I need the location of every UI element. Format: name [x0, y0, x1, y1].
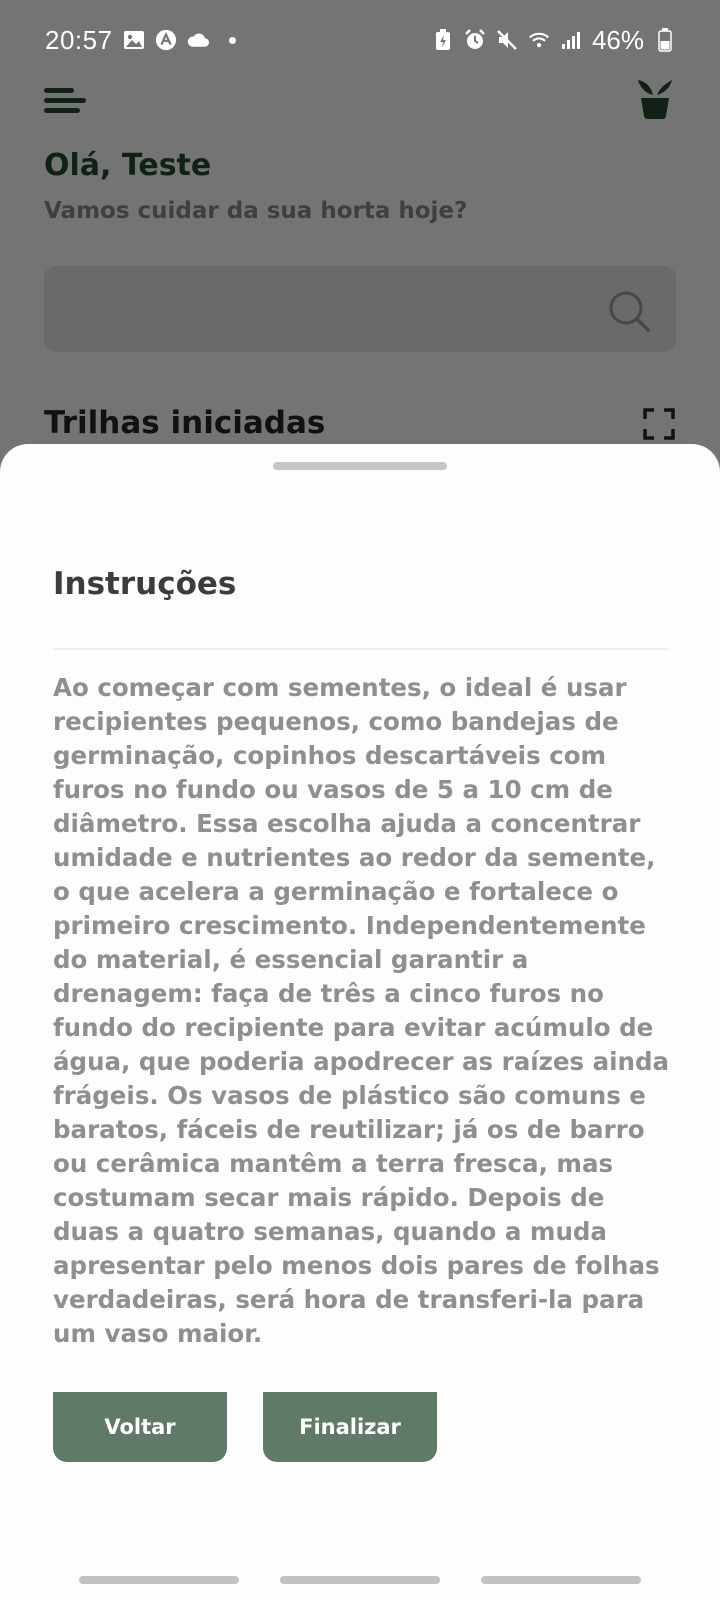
- app-icon: [155, 29, 177, 51]
- status-bar: 20:57 46%: [0, 0, 720, 80]
- battery-icon: [654, 28, 676, 52]
- sheet-drag-handle[interactable]: [273, 462, 447, 470]
- status-right: 46%: [432, 25, 676, 56]
- greeting: Olá, Teste: [44, 148, 212, 183]
- gallery-icon: [123, 29, 145, 51]
- section-title: Trilhas iniciadas: [44, 405, 326, 441]
- back-button[interactable]: Voltar: [53, 1392, 227, 1462]
- expand-icon[interactable]: [643, 408, 675, 440]
- status-time: 20:57: [45, 24, 113, 55]
- battery-saver-icon: [432, 29, 454, 51]
- nav-home-button[interactable]: [280, 1576, 440, 1584]
- sheet-title: Instruções: [53, 566, 237, 602]
- cloud-icon: [187, 29, 209, 51]
- menu-icon[interactable]: [44, 88, 86, 114]
- status-left: 20:57: [45, 25, 236, 56]
- search-icon[interactable]: [608, 290, 650, 332]
- finish-button[interactable]: Finalizar: [263, 1392, 437, 1462]
- subtitle: Vamos cuidar da sua horta hoje?: [44, 198, 468, 224]
- plant-icon: [638, 80, 672, 119]
- wifi-icon: [528, 29, 550, 51]
- instructions-text: Ao começar com sementes, o ideal é usar …: [53, 673, 670, 1348]
- alarm-icon: [464, 29, 486, 51]
- sheet-divider: [53, 648, 668, 650]
- search-input[interactable]: [44, 266, 676, 352]
- nav-recents-button[interactable]: [79, 1576, 239, 1584]
- battery-percent: 46%: [591, 24, 644, 55]
- notification-dot: [228, 36, 236, 44]
- system-nav-bar: [0, 1550, 720, 1600]
- nav-back-button[interactable]: [481, 1576, 641, 1584]
- signal-icon: [560, 29, 582, 51]
- mute-icon: [496, 29, 518, 51]
- instructions-sheet: Instruções Ao começar com sementes, o id…: [0, 444, 720, 1600]
